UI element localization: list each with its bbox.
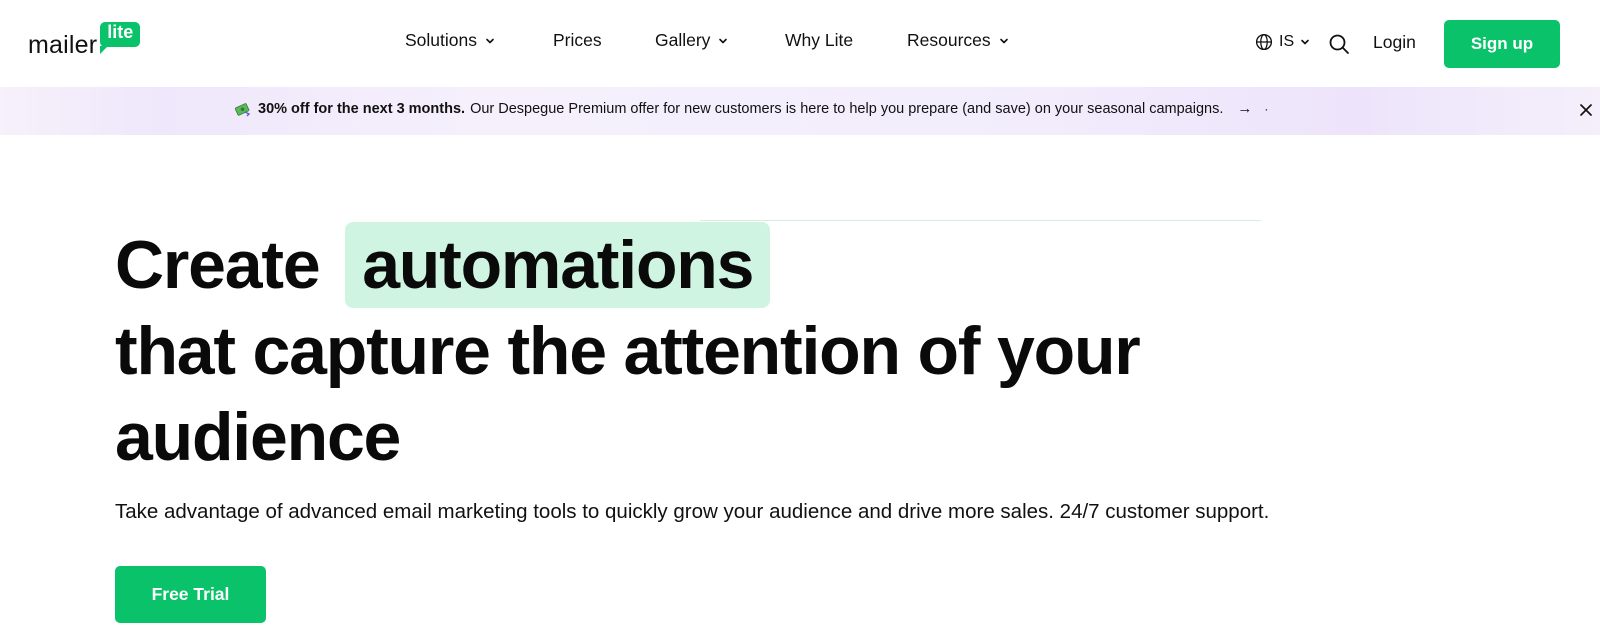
arrow-right-icon[interactable]: → <box>1237 100 1252 117</box>
nav-why-lite[interactable]: Why Lite <box>785 30 853 51</box>
nav-prices[interactable]: Prices <box>553 30 602 51</box>
nav-gallery-label: Gallery <box>655 30 711 50</box>
hero-title: Create automations that capture the atte… <box>115 222 1141 480</box>
globe-icon <box>1255 33 1273 51</box>
nav-why-lite-label: Why Lite <box>785 30 854 50</box>
decorative-rule <box>700 220 1261 221</box>
nav-resources[interactable]: Resources <box>907 30 1009 51</box>
nav-prices-label: Prices <box>553 30 602 50</box>
search-icon[interactable] <box>1328 33 1350 55</box>
login-link[interactable]: Login <box>1373 32 1416 53</box>
promo-banner: 30% off for the next 3 months. Our Despe… <box>0 87 1600 135</box>
hero-subtitle: Take advantage of advanced email marketi… <box>115 500 1270 523</box>
promo-text: Our Despegue Premium offer for new custo… <box>470 100 1224 117</box>
logo-word: mailer <box>28 31 98 59</box>
mailerlite-logo[interactable]: mailer lite <box>28 22 141 62</box>
hero-title-highlight: automations <box>345 222 771 308</box>
nav-gallery[interactable]: Gallery <box>655 30 728 51</box>
promo-content[interactable]: 30% off for the next 3 months. Our Despe… <box>235 100 1268 117</box>
language-code: IS <box>1279 33 1295 50</box>
nav-solutions-label: Solutions <box>405 30 477 50</box>
nav-resources-label: Resources <box>907 30 991 50</box>
hero-title-line-1: Create automations <box>115 222 1140 308</box>
logo-badge: lite <box>100 22 141 54</box>
nav-solutions[interactable]: Solutions <box>405 30 495 51</box>
chevron-down-icon <box>1301 39 1309 45</box>
close-icon[interactable] <box>1578 102 1594 118</box>
free-trial-button[interactable]: Free Trial <box>115 566 266 623</box>
promo-headline: 30% off for the next 3 months. <box>258 100 466 117</box>
money-icon <box>235 102 251 116</box>
site-header: mailer lite Solutions Prices Gallery Why… <box>0 0 1600 87</box>
hero-title-prefix: Create <box>115 227 321 303</box>
signup-button[interactable]: Sign up <box>1444 20 1560 68</box>
language-selector[interactable]: IS <box>1255 33 1310 51</box>
chevron-down-icon <box>999 38 1008 43</box>
separator-dot: · <box>1264 101 1269 116</box>
chevron-down-icon <box>486 38 494 43</box>
chevron-down-icon <box>719 38 728 43</box>
hero-title-line-3: audience <box>115 399 401 475</box>
hero-title-line-2: that capture the attention of your <box>115 313 1141 389</box>
